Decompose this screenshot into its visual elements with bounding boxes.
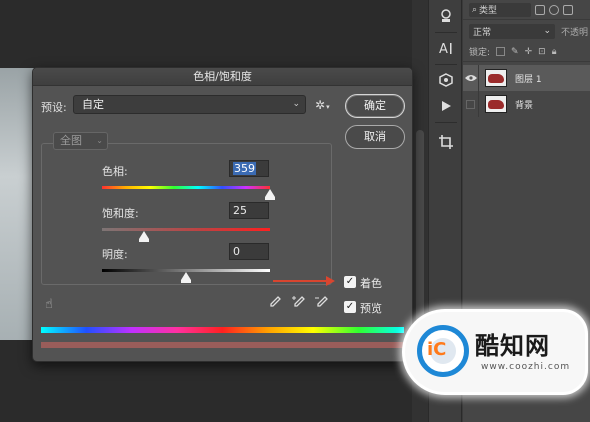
lightness-input[interactable]: 0 bbox=[229, 243, 269, 260]
lock-label: 锁定: bbox=[469, 48, 491, 58]
eye-icon[interactable] bbox=[463, 65, 479, 91]
visibility-toggle[interactable] bbox=[463, 91, 479, 117]
chevron-down-icon: ⌄ bbox=[96, 136, 103, 145]
chevron-updown-icon: ⌄ bbox=[292, 99, 300, 109]
layer-name[interactable]: 背景 bbox=[515, 98, 533, 111]
colorize-label: 着色 bbox=[360, 277, 382, 290]
blend-mode-select[interactable]: 正常 ⌄ bbox=[469, 23, 555, 39]
preset-label: 预设: bbox=[41, 101, 67, 114]
lock-row: 锁定: ✎ ✛ ⊡ 🔒︎ bbox=[463, 42, 590, 62]
layer-thumbnail bbox=[485, 69, 507, 87]
preset-value: 自定 bbox=[82, 98, 104, 111]
play-icon[interactable] bbox=[434, 94, 458, 118]
layer-name[interactable]: 图层 1 bbox=[515, 72, 542, 85]
watermark-url: www.coozhi.com bbox=[481, 362, 571, 372]
layer-thumbnail bbox=[485, 95, 507, 113]
lightness-value: 0 bbox=[233, 245, 240, 258]
layer-filter-label: 类型 bbox=[479, 6, 498, 16]
filter-type-icon[interactable] bbox=[563, 4, 573, 15]
lightness-label: 明度: bbox=[102, 248, 128, 261]
history-icon[interactable] bbox=[434, 4, 458, 28]
preview-label: 预览 bbox=[360, 302, 382, 315]
ok-button[interactable]: 确定 bbox=[345, 94, 405, 118]
saturation-label: 饱和度: bbox=[102, 207, 139, 220]
lock-paint-icon[interactable]: ✎ bbox=[511, 47, 519, 57]
character-icon[interactable]: A bbox=[434, 36, 458, 60]
lock-pixels-icon[interactable] bbox=[496, 47, 506, 56]
preview-checkbox[interactable]: ✓ bbox=[344, 301, 356, 313]
lock-all-icon[interactable]: 🔒︎ bbox=[552, 47, 557, 57]
crop-icon[interactable] bbox=[434, 130, 458, 154]
dialog-title: 色相/饱和度 bbox=[33, 68, 412, 86]
channel-value: 全图 bbox=[60, 134, 82, 147]
blend-mode-value: 正常 bbox=[473, 27, 492, 38]
input-color-bar bbox=[41, 327, 404, 333]
chevron-down-icon: ⌄ bbox=[543, 26, 551, 36]
filter-adjust-icon[interactable] bbox=[549, 4, 559, 15]
adjustment-group bbox=[41, 143, 332, 285]
hue-saturation-dialog: 色相/饱和度 预设: 自定 ⌄ ✲▾ 确定 取消 全图 ⌄ 色相: 359 饱和… bbox=[32, 67, 413, 362]
filter-pixel-icon[interactable] bbox=[535, 4, 545, 15]
annotation-arrow bbox=[273, 280, 328, 282]
watermark-title: 酷知网 bbox=[475, 332, 550, 360]
annotation-arrow-head bbox=[326, 276, 335, 286]
3d-cube-icon[interactable] bbox=[434, 68, 458, 92]
layer-filter-row: ⌕ 类型 bbox=[463, 0, 590, 20]
layer-filter-select[interactable]: ⌕ 类型 bbox=[469, 2, 531, 17]
channel-select: 全图 ⌄ bbox=[53, 132, 108, 150]
search-icon: ⌕ bbox=[472, 4, 478, 15]
hue-label: 色相: bbox=[102, 165, 128, 178]
layer-item[interactable]: 图层 1 bbox=[463, 65, 590, 91]
lock-move-icon[interactable]: ✛ bbox=[525, 47, 533, 57]
preset-select[interactable]: 自定 ⌄ bbox=[73, 95, 306, 114]
gear-icon[interactable]: ✲▾ bbox=[315, 98, 330, 112]
hue-input[interactable]: 359 bbox=[229, 160, 269, 177]
blend-mode-row: 正常 ⌄ 不透明 bbox=[463, 21, 590, 41]
lightness-slider-thumb[interactable] bbox=[181, 272, 191, 283]
eyedropper-minus-icon[interactable] bbox=[315, 296, 328, 312]
layer-item[interactable]: 背景 bbox=[463, 91, 590, 117]
hue-value: 359 bbox=[233, 162, 256, 175]
output-color-bar bbox=[41, 342, 404, 348]
watermark-logo-icon: iC bbox=[417, 325, 469, 377]
hue-slider-thumb[interactable] bbox=[265, 189, 275, 200]
saturation-value: 25 bbox=[233, 204, 247, 217]
hue-slider-track[interactable] bbox=[102, 186, 270, 189]
site-watermark: iC 酷知网 www.coozhi.com bbox=[405, 312, 585, 392]
hand-adjust-icon[interactable]: ☝ bbox=[45, 297, 53, 312]
opacity-label: 不透明 bbox=[561, 27, 589, 38]
colorize-checkbox[interactable]: ✓ bbox=[344, 276, 356, 288]
eyedropper-icon[interactable] bbox=[269, 296, 281, 312]
eyedropper-plus-icon[interactable] bbox=[292, 296, 305, 312]
saturation-slider-thumb[interactable] bbox=[139, 231, 149, 242]
lock-artboard-icon[interactable]: ⊡ bbox=[538, 47, 546, 57]
saturation-slider-track[interactable] bbox=[102, 228, 270, 231]
saturation-input[interactable]: 25 bbox=[229, 202, 269, 219]
cancel-button[interactable]: 取消 bbox=[345, 125, 405, 149]
svg-text:A: A bbox=[439, 42, 448, 56]
